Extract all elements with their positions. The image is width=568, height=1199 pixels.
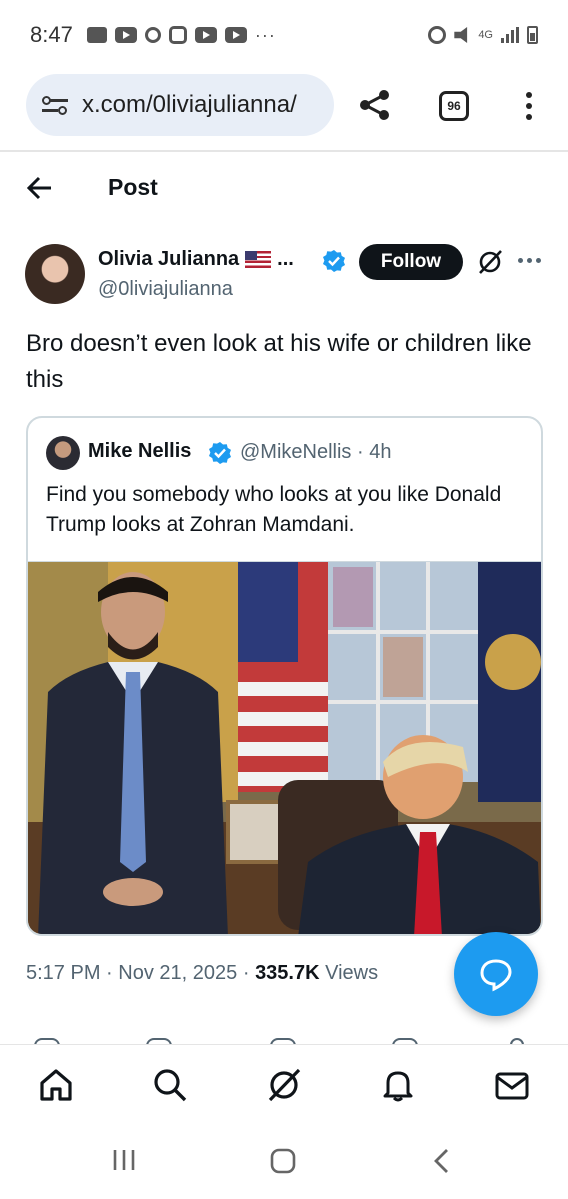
views-label: Views <box>325 962 379 984</box>
grok-icon[interactable] <box>477 249 503 275</box>
grok-icon[interactable] <box>266 1067 302 1103</box>
url-text[interactable]: x.com/0liviajulianna/ <box>82 91 297 119</box>
name-truncation: ... <box>277 248 294 270</box>
home-button-icon[interactable] <box>270 1148 296 1179</box>
author-handle[interactable]: @0liviajulianna <box>98 278 233 301</box>
author-name[interactable]: Olivia Julianna ... <box>98 248 294 271</box>
site-settings-icon[interactable] <box>42 96 68 115</box>
alarm-icon <box>428 26 447 44</box>
url-bar[interactable]: x.com/0liviajulianna/ <box>26 74 334 136</box>
mute-icon <box>454 27 468 43</box>
bottom-nav <box>0 1044 568 1130</box>
notification-icons: ··· <box>86 24 276 46</box>
more-options-icon[interactable] <box>518 258 541 263</box>
meta-separator: · <box>106 962 113 984</box>
mail-icon[interactable] <box>494 1067 530 1103</box>
system-navigation <box>0 1130 568 1199</box>
share-icon[interactable] <box>358 88 392 122</box>
verified-badge-icon <box>208 441 232 465</box>
back-arrow-icon[interactable] <box>26 174 54 202</box>
status-bar: 8:47 ··· 4G <box>0 0 568 70</box>
quoted-handle-time: @MikeNellis · 4h <box>240 441 392 463</box>
bell-icon[interactable] <box>380 1067 416 1103</box>
divider <box>0 150 568 152</box>
status-time: 8:47 <box>30 22 73 47</box>
battery-icon <box>527 26 538 44</box>
page-title: Post <box>108 174 158 200</box>
quoted-photo[interactable] <box>28 561 541 934</box>
message-icon <box>86 27 107 43</box>
post-time: 5:17 PM <box>26 962 101 984</box>
timer-icon <box>144 27 161 43</box>
instagram-icon <box>168 26 187 44</box>
youtube-icon <box>224 27 247 43</box>
compose-button[interactable] <box>454 932 538 1016</box>
quoted-text: Find you somebody who looks at you like … <box>46 483 502 536</box>
quoted-author-avatar <box>46 436 80 470</box>
author-avatar[interactable] <box>25 244 85 304</box>
home-icon[interactable] <box>38 1067 74 1103</box>
more-notifications: ··· <box>254 24 276 45</box>
tab-switcher-button[interactable]: 96 <box>439 91 469 121</box>
browser-menu-icon[interactable] <box>524 92 534 120</box>
system-back-icon[interactable] <box>432 1148 452 1179</box>
system-icons: 4G <box>428 26 538 44</box>
verified-badge-icon <box>322 249 346 273</box>
post-text: Bro doesn’t even look at his wife or chi… <box>26 330 532 393</box>
signal-icon <box>501 27 519 43</box>
views-count: 335.7K <box>255 962 320 984</box>
post-meta: 5:17 PM · Nov 21, 2025 · 335.7K Views <box>26 962 378 985</box>
search-icon[interactable] <box>152 1067 188 1103</box>
quoted-post[interactable]: Mike Nellis @MikeNellis · 4h Find you so… <box>26 416 543 936</box>
quoted-author-name: Mike Nellis <box>88 440 192 462</box>
post-date: Nov 21, 2025 <box>118 962 238 984</box>
youtube-icon <box>114 27 137 43</box>
us-flag-icon <box>245 251 272 268</box>
recents-icon[interactable] <box>112 1148 136 1177</box>
chat-bubble-icon <box>480 959 512 992</box>
wifi-icon: 4G <box>478 29 493 41</box>
follow-button[interactable]: Follow <box>359 244 463 280</box>
meta-separator: · <box>242 962 250 984</box>
youtube-icon <box>194 27 217 43</box>
author-name-text[interactable]: Olivia Julianna <box>98 248 239 271</box>
